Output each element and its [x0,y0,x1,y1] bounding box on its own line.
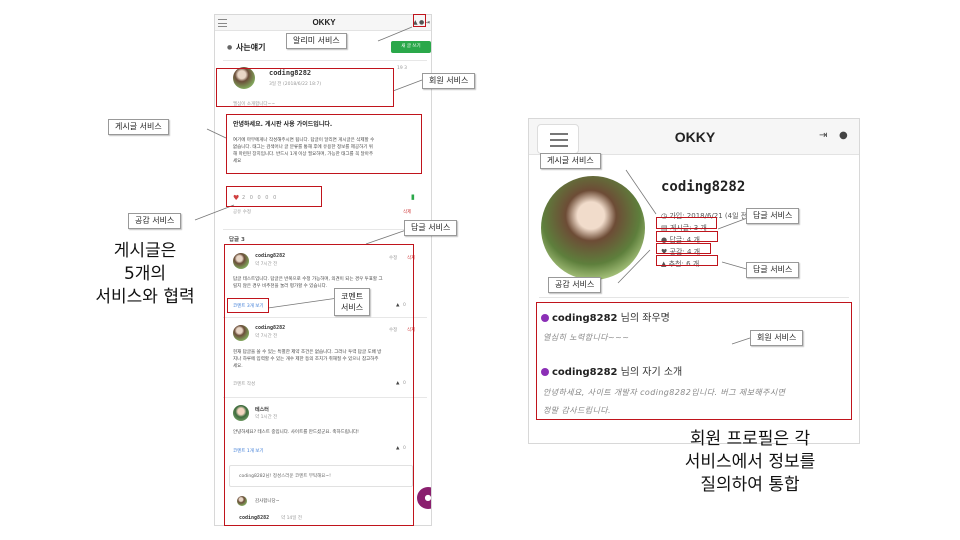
label-comment-line1: 코멘트 [341,292,364,301]
label-right-post-service: 게시글 서비스 [540,153,601,169]
highlight-answer [224,244,414,526]
connector-line [377,26,413,42]
highlight-right-recommend [656,255,718,266]
highlight-right-answer [656,231,718,242]
label-right-answer-service-2: 답글 서비스 [746,262,800,278]
connector-line [206,128,227,139]
connector-line [625,169,657,215]
label-notification-service: 알리미 서비스 [286,33,347,49]
label-comment-line2: 서비스 [341,303,364,312]
right-caption-line: 질의하여 통합 [700,475,800,495]
label-comment-service: 코멘트서비스 [334,288,371,316]
label-member-service: 회원 서비스 [422,73,476,89]
highlight-right-like [656,243,711,254]
connector-line [617,249,651,284]
highlight-post [226,114,422,174]
label-right-answer-service-1: 답글 서비스 [746,208,800,224]
highlight-right-member [536,302,852,420]
right-caption-line: 회원 프로필은 각 [689,429,811,449]
left-caption-line: 게시글은 [113,241,177,261]
highlight-comment [227,298,269,313]
connector-line [194,204,235,221]
highlight-right-post [656,217,717,229]
highlight-member [216,68,394,107]
highlight-notification [413,14,426,27]
label-post-service: 게시글 서비스 [108,119,169,135]
left-caption-line: 5개의 [123,264,167,284]
label-like-service: 공감 서비스 [128,213,182,229]
right-caption-line: 서비스에서 정보를 [684,452,816,472]
label-answer-service: 답글 서비스 [404,220,458,236]
label-right-member-service: 회원 서비스 [750,330,804,346]
left-caption-line: 서비스와 협력 [95,287,195,307]
connector-line [392,79,423,92]
left-caption: 게시글은 5개의 서비스와 협력 [80,240,210,309]
label-right-like-service: 공감 서비스 [548,277,602,293]
right-caption: 회원 프로필은 각 서비스에서 정보를 질의하여 통합 [640,428,860,497]
highlight-like [226,186,322,207]
